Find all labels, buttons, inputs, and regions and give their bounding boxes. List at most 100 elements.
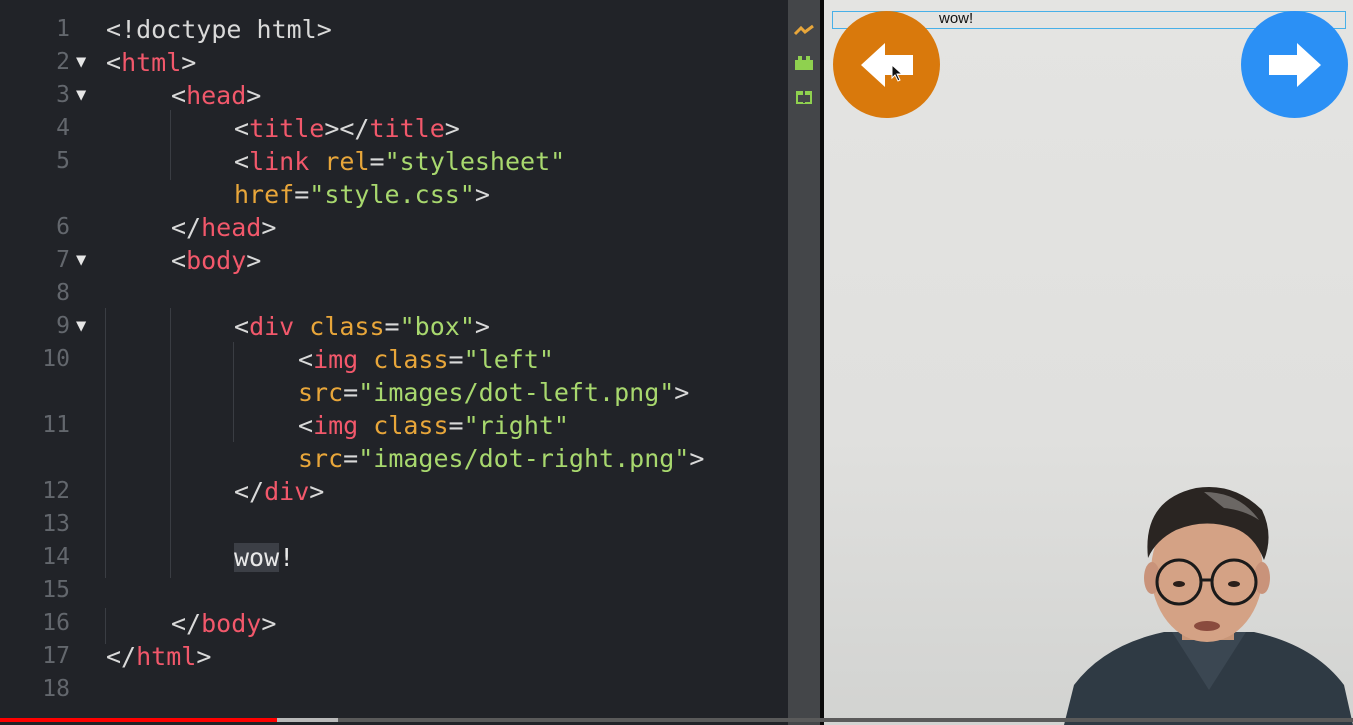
bracket-token: > xyxy=(444,114,460,143)
line-number: 7 xyxy=(56,247,70,273)
line-number: 6 xyxy=(56,214,70,240)
line-number: 16 xyxy=(42,610,70,636)
bracket-token: </ xyxy=(171,609,202,638)
line-number: 3 xyxy=(56,82,70,108)
bracket-token: < xyxy=(234,147,250,176)
bracket-token: > xyxy=(196,642,212,671)
video-progress-bar[interactable] xyxy=(0,718,1353,722)
bracket-token: > xyxy=(689,444,705,473)
code-line-wrapped[interactable]: src="images/dot-left.png"> xyxy=(0,376,788,409)
equals-token: = xyxy=(343,378,359,407)
code-text: <title></title> xyxy=(234,112,460,145)
code-line[interactable]: 4 <title></title> xyxy=(0,112,788,145)
live-preview-icon[interactable] xyxy=(793,22,815,40)
bracket-token: > xyxy=(309,477,325,506)
fold-arrow-icon[interactable]: ▼ xyxy=(76,79,86,112)
fold-arrow-icon[interactable]: ▼ xyxy=(76,244,86,277)
line-number: 11 xyxy=(42,412,70,438)
presenter-webcam xyxy=(1064,486,1353,725)
line-number: 1 xyxy=(56,16,70,42)
code-text: <!doctype html> xyxy=(106,13,332,46)
fold-arrow-icon[interactable]: ▼ xyxy=(76,310,86,343)
tag-token: div xyxy=(249,312,295,341)
code-text: href="style.css"> xyxy=(234,178,490,211)
equals-token: = xyxy=(448,411,464,440)
code-line[interactable]: 9 ▼ <div class="box"> xyxy=(0,310,788,343)
code-text: </div> xyxy=(234,475,324,508)
code-line[interactable]: 11 <img class="right" xyxy=(0,409,788,442)
bracket-token: > xyxy=(474,312,490,341)
attr-token: class xyxy=(373,345,449,374)
code-line-wrapped[interactable]: src="images/dot-right.png"> xyxy=(0,442,788,475)
bracket-token: < xyxy=(234,114,250,143)
bracket-token: > xyxy=(246,246,262,275)
left-arrow-button[interactable] xyxy=(833,11,940,118)
code-line[interactable]: 13 xyxy=(0,508,788,541)
string-token: "style.css" xyxy=(309,180,475,209)
bracket-token: < xyxy=(298,345,314,374)
bracket-token: </ xyxy=(234,477,265,506)
code-line[interactable]: 8 xyxy=(0,277,788,310)
tag-token: head xyxy=(201,213,262,242)
code-line-wrapped[interactable]: href="style.css"> xyxy=(0,178,788,211)
tag-token: html xyxy=(136,642,197,671)
tag-token: link xyxy=(249,147,310,176)
string-token: "images/dot-left.png" xyxy=(358,378,675,407)
gift-icon[interactable] xyxy=(793,87,815,105)
side-toolbar xyxy=(788,0,820,725)
code-line[interactable]: 2 ▼ <html> xyxy=(0,46,788,79)
arrow-left-icon xyxy=(861,43,913,87)
code-line[interactable]: 16 </body> xyxy=(0,607,788,640)
code-editor[interactable]: 1 <!doctype html> 2 ▼ <html> 3 ▼ <head> … xyxy=(0,0,788,725)
string-token: "box" xyxy=(399,312,475,341)
code-text: <div class="box"> xyxy=(234,310,490,343)
code-text: <img class="left" xyxy=(298,343,554,376)
code-line[interactable]: 5 <link rel="stylesheet" xyxy=(0,145,788,178)
line-number: 13 xyxy=(42,511,70,537)
line-number: 12 xyxy=(42,478,70,504)
line-number: 9 xyxy=(56,313,70,339)
attr-token: src xyxy=(298,444,344,473)
preview-body-text: wow! xyxy=(939,10,974,27)
bracket-token: </ xyxy=(171,213,202,242)
code-line[interactable]: 12 </div> xyxy=(0,475,788,508)
code-line[interactable]: 1 <!doctype html> xyxy=(0,13,788,46)
code-text: <link rel="stylesheet" xyxy=(234,145,565,178)
extensions-icon[interactable] xyxy=(793,54,815,72)
bracket-token: > xyxy=(674,378,690,407)
equals-token: = xyxy=(294,180,310,209)
bracket-token: > xyxy=(261,609,277,638)
progress-played xyxy=(0,718,278,722)
code-line[interactable]: 10 <img class="left" xyxy=(0,343,788,376)
attr-token: href xyxy=(234,180,295,209)
code-line[interactable]: 15 xyxy=(0,574,788,607)
tag-token: img xyxy=(313,345,359,374)
arrow-right-icon xyxy=(1269,43,1321,87)
bracket-token: </ xyxy=(106,642,137,671)
code-line[interactable]: 6 </head> xyxy=(0,211,788,244)
code-line[interactable]: 17 </html> xyxy=(0,640,788,673)
line-number: 8 xyxy=(56,280,70,306)
string-token: "images/dot-right.png" xyxy=(358,444,690,473)
string-token: "right" xyxy=(463,411,569,440)
equals-token: = xyxy=(384,312,400,341)
tag-token: title xyxy=(369,114,445,143)
code-line[interactable]: 18 xyxy=(0,673,788,706)
code-line[interactable]: 3 ▼ <head> xyxy=(0,79,788,112)
live-preview-pane: wow! xyxy=(824,0,1353,725)
code-line[interactable]: 14 wow! xyxy=(0,541,788,574)
attr-token: class xyxy=(373,411,449,440)
equals-token: = xyxy=(369,147,385,176)
doctype-token: <!doctype html> xyxy=(106,15,332,44)
code-text: </html> xyxy=(106,640,211,673)
code-line[interactable]: 7 ▼ <body> xyxy=(0,244,788,277)
attr-token: class xyxy=(309,312,385,341)
string-token: "stylesheet" xyxy=(384,147,566,176)
bracket-token: < xyxy=(171,81,187,110)
fold-arrow-icon[interactable]: ▼ xyxy=(76,46,86,79)
right-arrow-button[interactable] xyxy=(1241,11,1348,118)
line-number: 10 xyxy=(42,346,70,372)
tag-token: body xyxy=(201,609,262,638)
